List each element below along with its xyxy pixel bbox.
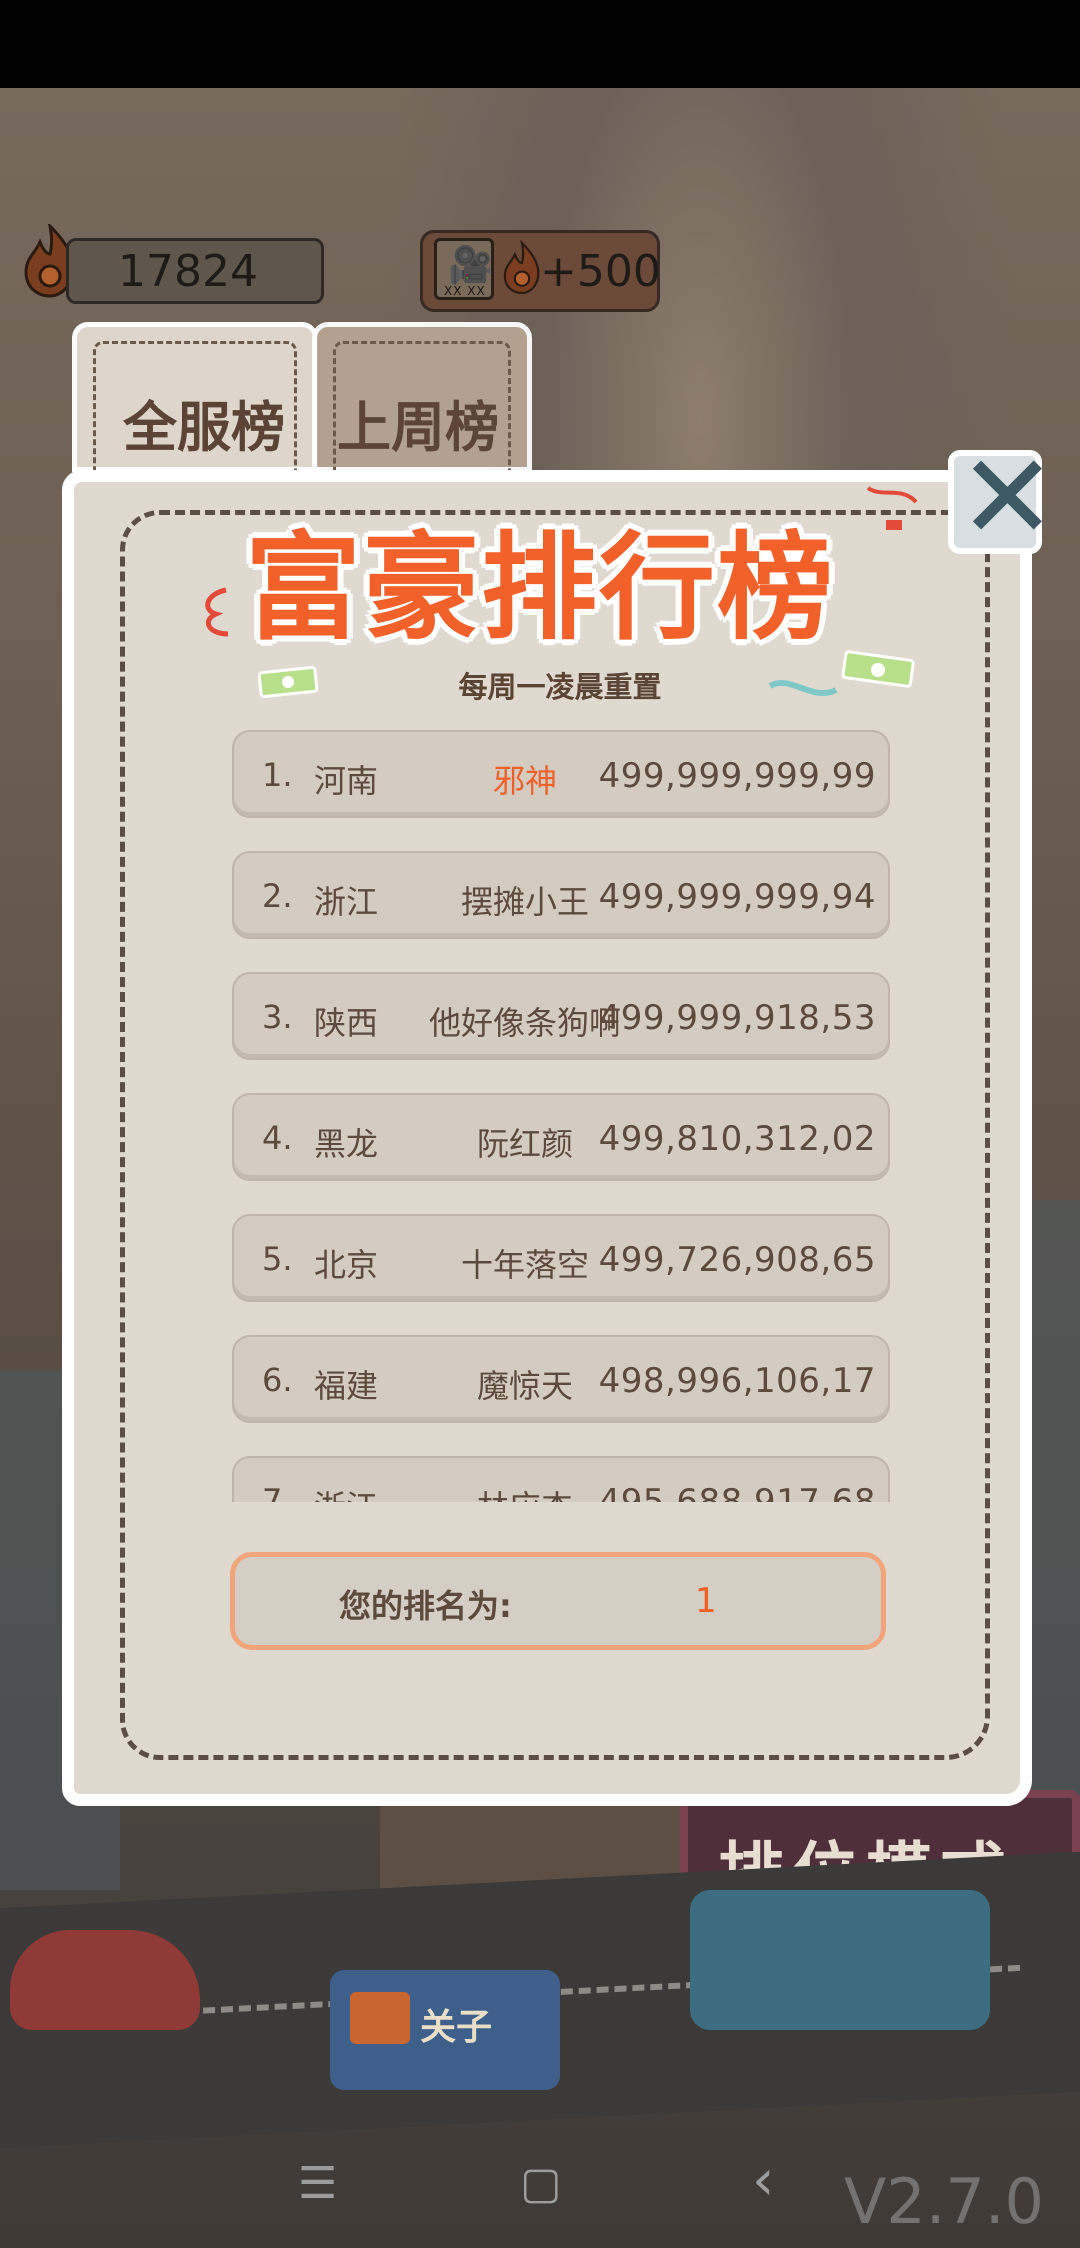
province: 河南 <box>314 762 379 800</box>
camera-icon: 🎥 <box>448 245 493 286</box>
ad-icon-text: XX XX <box>444 284 486 298</box>
my-rank-box: 您的排名为: 1 <box>230 1552 886 1650</box>
coin-value: 17824 <box>118 246 258 297</box>
province: 浙江 <box>314 883 379 921</box>
wealth-amount: 499,726,908,65 <box>598 1240 876 1280</box>
menu-icon[interactable]: ☰ <box>298 2158 337 2209</box>
rank-number: 4. <box>262 1119 293 1157</box>
ranking-row: 1. 河南 邪神 499,999,999,99 <box>232 730 890 818</box>
confetti-icon <box>866 486 918 530</box>
close-x-icon: ✕ <box>958 428 1057 566</box>
reset-notice: 每周一凌晨重置 <box>458 670 662 704</box>
home-icon[interactable]: ▢ <box>520 2158 562 2209</box>
ranking-list[interactable]: 1. 河南 邪神 499,999,999,99 2. 浙江 摆摊小王 499,9… <box>230 728 892 1502</box>
rank-number: 7. <box>262 1482 293 1502</box>
back-icon[interactable]: ‹ <box>752 2148 774 2213</box>
close-button[interactable]: ✕ <box>948 438 1057 556</box>
ad-reward-value: +500 <box>540 246 661 297</box>
rank-number: 5. <box>262 1240 293 1278</box>
wealth-amount: 498,996,106,17 <box>598 1361 876 1401</box>
province: 北京 <box>314 1246 379 1284</box>
tab-all-server[interactable]: 全服榜 <box>72 322 318 473</box>
wealth-amount: 499,999,999,99 <box>598 756 876 796</box>
confetti-icon <box>768 679 838 697</box>
system-navbar: ☰ ▢ ‹ <box>0 2140 1080 2248</box>
flame-coin-icon <box>503 239 540 295</box>
rank-number: 3. <box>262 998 293 1036</box>
rank-number: 1. <box>262 756 293 794</box>
cash-icon <box>258 665 319 698</box>
status-bar <box>0 0 1080 88</box>
rank-number: 2. <box>262 877 293 915</box>
province: 陕西 <box>314 1004 379 1042</box>
province: 黑龙 <box>314 1125 379 1163</box>
tab-last-week-label: 上周榜 <box>337 396 499 459</box>
province: 浙江 <box>314 1482 378 1502</box>
delivery-truck: 关子 <box>330 1970 560 2090</box>
ranking-row: 5. 北京 十年落空 499,726,908,65 <box>232 1214 890 1302</box>
cash-icon <box>841 650 915 688</box>
wealth-amount: 495,688,917,68 <box>598 1482 876 1502</box>
ranking-row: 6. 福建 魔惊天 498,996,106,17 <box>232 1335 890 1423</box>
wealth-amount: 499,999,999,94 <box>598 877 876 917</box>
ranking-row: 7. 浙江 林应杰 495,688,917,68 <box>232 1456 890 1502</box>
wealth-amount: 499,810,312,02 <box>598 1119 876 1159</box>
rank-number: 6. <box>262 1361 293 1399</box>
tab-last-week[interactable]: 上周榜 <box>312 322 532 473</box>
truck-text: 关子 <box>420 2007 493 2048</box>
bus <box>690 1890 990 2030</box>
red-car <box>10 1930 200 2030</box>
wealth-amount: 499,999,918,53 <box>598 998 876 1038</box>
tab-all-server-label: 全服榜 <box>123 396 285 459</box>
gift-box-icon <box>350 1992 410 2044</box>
my-rank-value: 1 <box>695 1581 717 1621</box>
my-rank-label: 您的排名为: <box>339 1587 512 1625</box>
province: 福建 <box>314 1367 379 1405</box>
ranking-row: 3. 陕西 他好像条狗啊 499,999,918,53 <box>232 972 890 1060</box>
ranking-row: 2. 浙江 摆摊小王 499,999,999,94 <box>232 851 890 939</box>
confetti-icon <box>205 587 229 637</box>
ranking-row: 4. 黑龙 阮红颜 499,810,312,02 <box>232 1093 890 1181</box>
